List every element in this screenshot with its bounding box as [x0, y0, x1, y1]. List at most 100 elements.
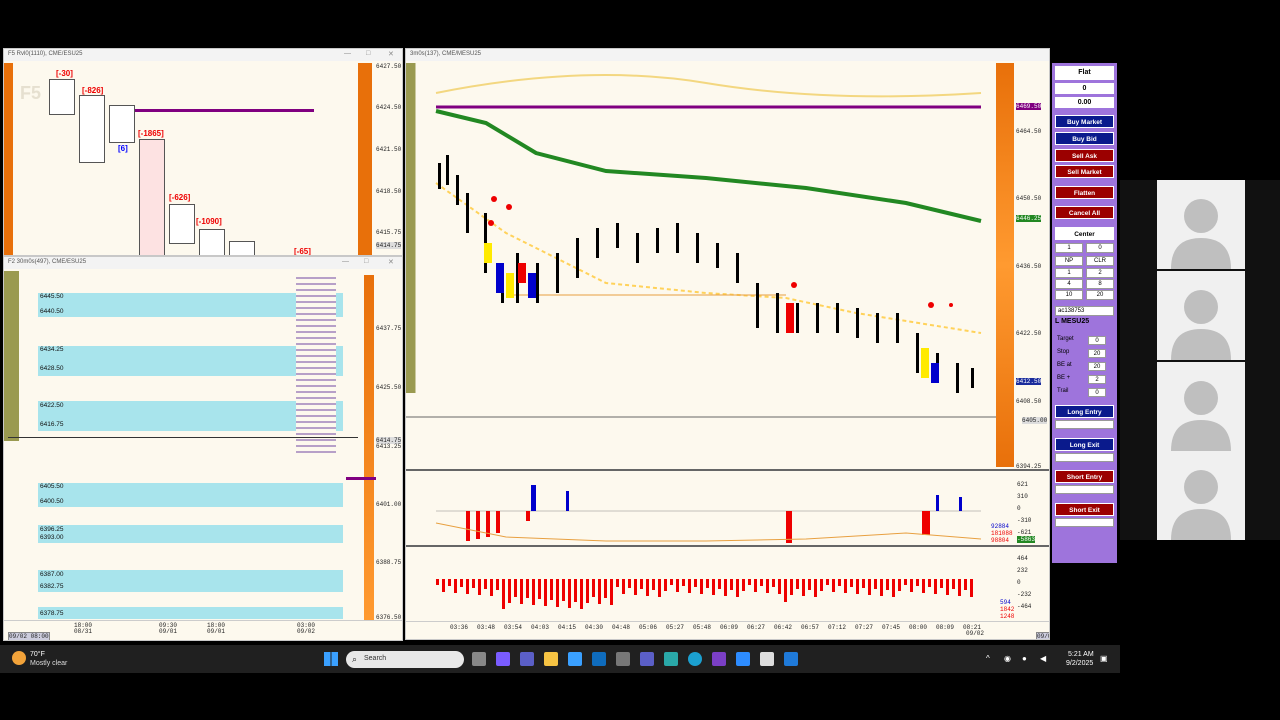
param-input[interactable]: 20 [1088, 362, 1106, 371]
poc-line [134, 109, 314, 112]
chat-icon[interactable] [640, 652, 654, 666]
store-icon[interactable] [568, 652, 582, 666]
position-status: Flat [1055, 66, 1114, 80]
qty-input-2[interactable]: 0 [1086, 243, 1114, 253]
minimize-icon[interactable]: — [342, 258, 349, 265]
search-placeholder: Search [364, 655, 387, 662]
long-exit-button[interactable]: Long Exit [1055, 438, 1114, 451]
qty-preset-4[interactable]: 4 [1055, 279, 1083, 289]
qty-preset-1[interactable]: 1 [1055, 268, 1083, 278]
folder-icon[interactable] [544, 652, 558, 666]
weather-icon[interactable] [12, 651, 26, 665]
close-icon[interactable]: ✕ [388, 258, 394, 266]
time-label: 06:27 [747, 624, 766, 631]
zoom-icon[interactable] [736, 652, 750, 666]
mic-icon[interactable]: ● [1022, 654, 1027, 663]
footprint-window[interactable]: F5 Rvl0(1110), CME/ESU25 — □ ✕ F5 6427.5… [3, 48, 403, 256]
delta-bar [502, 579, 505, 609]
delta-bar [700, 579, 703, 594]
flatten-button[interactable]: Flatten [1055, 186, 1114, 199]
price-label: 6425.50 [376, 384, 402, 391]
param-input[interactable]: 2 [1088, 375, 1106, 384]
maximize-icon[interactable]: □ [366, 50, 370, 57]
settings-icon[interactable] [616, 652, 630, 666]
short-exit-select[interactable] [1055, 518, 1114, 527]
main-chart-window[interactable]: 3m0s(137), CME/MESU25 6469.50 6464.50 64… [405, 48, 1050, 640]
footprint-titlebar[interactable]: F5 Rvl0(1110), CME/ESU25 — □ ✕ [4, 49, 402, 61]
position-pnl: 0.00 [1055, 97, 1114, 108]
tpo-window[interactable]: F2 30m0s(497), CME/ESU25 — □ ✕ 6445.50 6… [3, 256, 403, 641]
sell-ask-button[interactable]: Sell Ask [1055, 149, 1114, 162]
band-label: 6396.25 [40, 526, 64, 533]
delta-bar [778, 579, 781, 594]
time-label: 07:27 [855, 624, 874, 631]
delta-bar [898, 579, 901, 591]
clock-date[interactable]: 9/2/2025 [1066, 660, 1093, 667]
np-button[interactable]: NP [1055, 256, 1083, 266]
edge-icon[interactable] [688, 652, 702, 666]
weather-temp: 70°F [30, 651, 45, 658]
clr-button[interactable]: CLR [1086, 256, 1114, 266]
start-icon[interactable] [324, 652, 338, 666]
sell-market-button[interactable]: Sell Market [1055, 165, 1114, 178]
delta-bar [952, 579, 955, 589]
time-label: 04:03 [531, 624, 550, 631]
qty-preset-10[interactable]: 10 [1055, 290, 1083, 300]
long-entry-select[interactable] [1055, 420, 1114, 429]
qty-preset-20[interactable]: 20 [1086, 290, 1114, 300]
short-entry-button[interactable]: Short Entry [1055, 470, 1114, 483]
visual-studio-icon[interactable] [712, 652, 726, 666]
minimize-icon[interactable]: — [344, 50, 351, 57]
delta-bar [706, 579, 709, 588]
delta-label: [6] [118, 144, 128, 153]
buy-bid-button[interactable]: Buy Bid [1055, 132, 1114, 145]
teams-icon[interactable] [520, 652, 534, 666]
remote-icon[interactable] [784, 652, 798, 666]
network-icon[interactable]: ◉ [1004, 654, 1011, 663]
delta-histogram [436, 579, 973, 609]
tray-chevron-icon[interactable]: ^ [986, 654, 990, 663]
tpo-titlebar[interactable]: F2 30m0s(497), CME/ESU25 — □ ✕ [4, 257, 402, 269]
param-input[interactable]: 0 [1088, 336, 1106, 345]
main-titlebar[interactable]: 3m0s(137), CME/MESU25 [406, 49, 1049, 61]
maximize-icon[interactable]: □ [364, 258, 368, 265]
copilot-icon[interactable] [496, 652, 510, 666]
app-icon[interactable] [760, 652, 774, 666]
delta-bar [886, 579, 889, 590]
short-exit-button[interactable]: Short Exit [1055, 503, 1114, 516]
band-label: 6400.50 [40, 498, 64, 505]
notification-icon[interactable]: ▣ [1100, 654, 1108, 663]
qty-preset-2[interactable]: 2 [1086, 268, 1114, 278]
cancel-all-button[interactable]: Cancel All [1055, 206, 1114, 219]
close-icon[interactable]: ✕ [388, 50, 394, 58]
clock-time[interactable]: 5:21 AM [1068, 651, 1094, 658]
delta-bar [460, 579, 463, 587]
account-select[interactable]: ac138753 [1055, 306, 1114, 316]
price-label: 6388.75 [376, 559, 402, 566]
qty-input[interactable]: 1 [1055, 243, 1083, 253]
buy-market-button[interactable]: Buy Market [1055, 115, 1114, 128]
speaker-icon[interactable]: ◀ [1040, 654, 1046, 663]
date-label: 09/01 [207, 628, 226, 635]
monitor-icon[interactable] [664, 652, 678, 666]
price-label: 6415.75 [376, 229, 402, 236]
center-button[interactable]: Center [1055, 227, 1114, 240]
param-input[interactable]: 20 [1088, 349, 1106, 358]
qty-preset-8[interactable]: 8 [1086, 279, 1114, 289]
footprint-bar [109, 105, 135, 143]
outlook-icon[interactable] [592, 652, 606, 666]
param-input[interactable]: 0 [1088, 388, 1106, 397]
long-entry-button[interactable]: Long Entry [1055, 405, 1114, 418]
delta-bar [736, 579, 739, 597]
delta-bar [538, 579, 541, 599]
long-exit-select[interactable] [1055, 453, 1114, 462]
vol-axis-label: -310 [1017, 517, 1032, 524]
participant-avatar [1157, 180, 1245, 269]
search-icon: ⌕ [352, 654, 358, 664]
taskview-icon[interactable] [472, 652, 486, 666]
short-entry-select[interactable] [1055, 485, 1114, 494]
profile-right [364, 275, 374, 620]
delta-bar [916, 579, 919, 586]
session-line [8, 437, 358, 438]
delta-bar [436, 579, 439, 585]
